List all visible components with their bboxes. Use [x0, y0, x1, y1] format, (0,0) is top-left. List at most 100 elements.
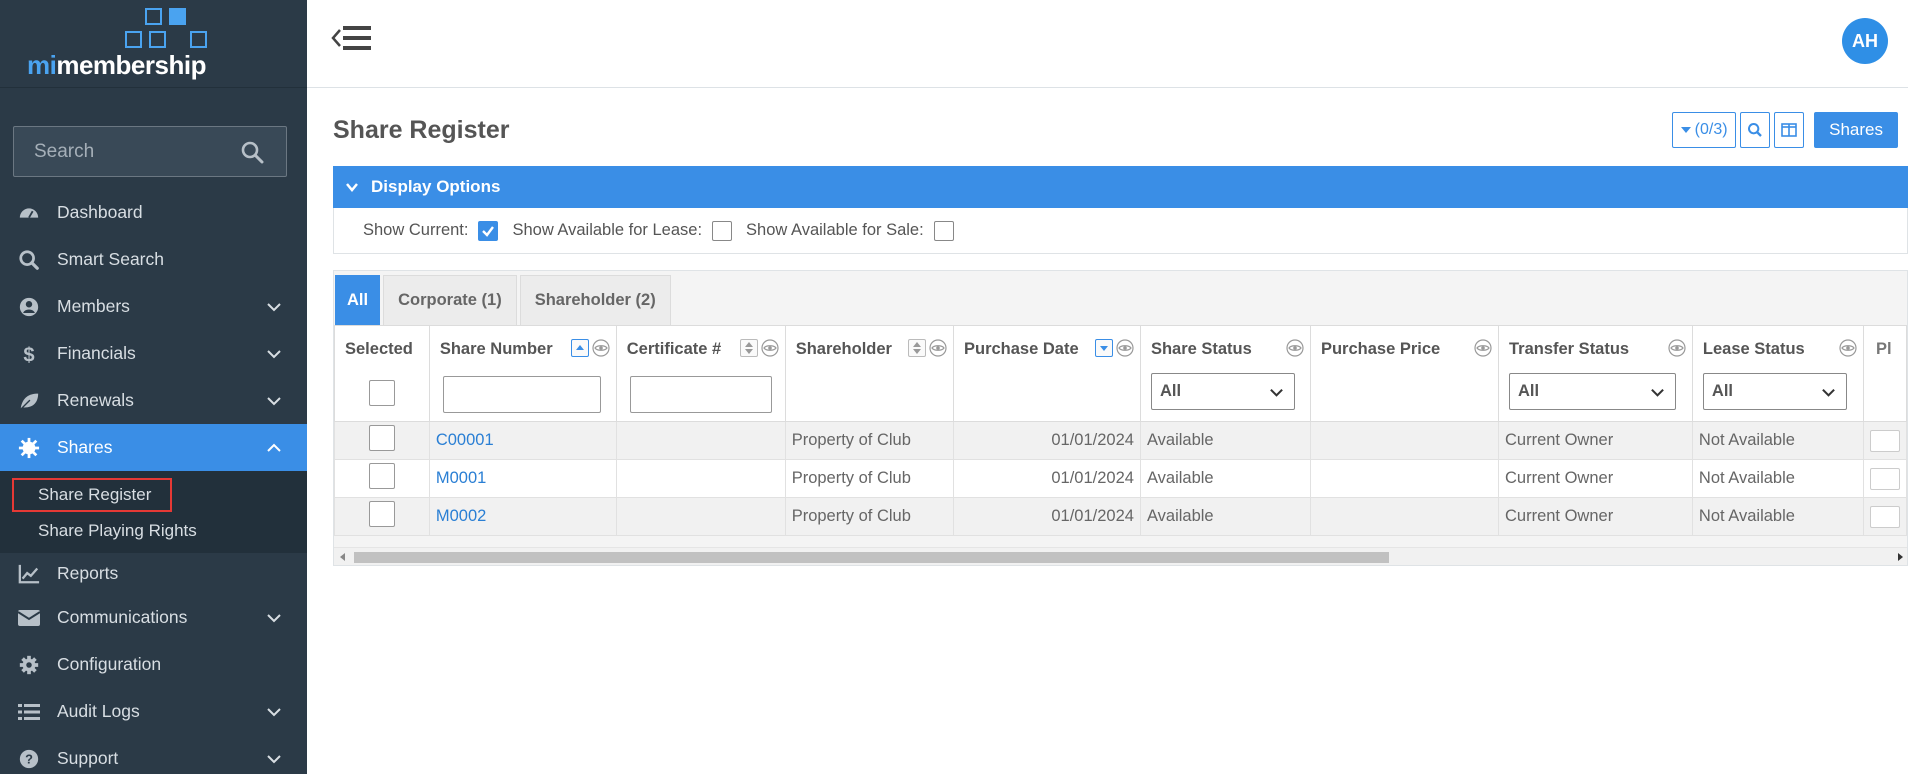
search-button[interactable]	[1740, 112, 1771, 148]
share-number-link[interactable]: M0002	[436, 507, 486, 525]
col-icons	[1094, 339, 1134, 357]
transfer-status-cell: Current Owner	[1497, 459, 1693, 498]
show-current-checkbox[interactable]	[478, 220, 499, 241]
sidebar-item-configuration[interactable]: Configuration	[0, 641, 307, 688]
sort-desc-icon[interactable]	[1094, 339, 1113, 357]
show-lease-option: Show Available for Lease:	[512, 220, 733, 241]
row-checkbox[interactable]	[368, 501, 395, 527]
columns-button[interactable]	[1774, 112, 1805, 148]
table-row[interactable]: M0001 Property of Club 01/01/2024 Availa…	[334, 459, 1907, 498]
certificate-cell	[615, 459, 786, 498]
sidebar-item-audit-logs[interactable]: Audit Logs	[0, 688, 307, 735]
sidebar-subitem-share-register[interactable]: Share Register	[0, 477, 307, 513]
show-lease-checkbox[interactable]	[712, 220, 733, 241]
sort-asc-icon[interactable]	[570, 339, 589, 357]
eye-icon[interactable]	[1668, 339, 1686, 357]
eye-icon[interactable]	[1474, 339, 1492, 357]
show-sale-checkbox[interactable]	[933, 220, 954, 241]
chevron-down-icon	[1270, 388, 1283, 397]
sidebar-subitem-share-playing-rights[interactable]: Share Playing Rights	[0, 513, 307, 549]
list-icon	[17, 700, 41, 724]
show-current-option: Show Current:	[363, 220, 499, 241]
sidebar-item-financials[interactable]: $ Financials	[0, 330, 307, 377]
app-logo[interactable]: mimembership	[0, 0, 307, 88]
purchase-price-cell	[1309, 459, 1499, 498]
logo-text: mimembership	[27, 50, 206, 80]
chevron-down-icon	[267, 396, 281, 405]
table-header-row: Selected Share Number Certificate # Shar…	[334, 325, 1907, 422]
col-title: Purchase Price	[1320, 340, 1441, 358]
sidebar-item-renewals[interactable]: Renewals	[0, 377, 307, 424]
sidebar-search-input[interactable]	[14, 127, 234, 176]
scroll-right-icon[interactable]	[1895, 552, 1905, 562]
tab-all[interactable]: All	[335, 275, 381, 325]
lease-status-cell: Not Available	[1691, 421, 1864, 460]
purchase-date-cell: 01/01/2024	[952, 497, 1141, 536]
share-status-cell: Available	[1139, 459, 1311, 498]
shareholder-cell: Property of Club	[784, 459, 954, 498]
sidebar-nav: Dashboard Smart Search Members $ Financi…	[0, 189, 307, 774]
sidebar-item-support[interactable]: ? Support	[0, 735, 307, 774]
row-checkbox[interactable]	[368, 425, 395, 451]
certificate-filter[interactable]	[629, 376, 772, 413]
tab-corporate[interactable]: Corporate (1)	[383, 275, 517, 325]
share-status-select[interactable]: All	[1150, 373, 1295, 410]
user-avatar[interactable]: AH	[1842, 18, 1888, 64]
share-number-filter[interactable]	[442, 376, 601, 413]
menu-collapse-icon[interactable]	[330, 22, 378, 54]
col-icons	[1668, 339, 1686, 357]
col-purchase-date: Purchase Date	[952, 325, 1141, 422]
sort-icon[interactable]	[739, 339, 758, 357]
sidebar-item-reports[interactable]: Reports	[0, 553, 307, 594]
eye-icon[interactable]	[1286, 339, 1304, 357]
display-options-toggle[interactable]: Display Options	[333, 166, 1908, 208]
row-input[interactable]	[1869, 429, 1900, 452]
top-bar: AH	[307, 0, 1908, 88]
horizontal-scrollbar[interactable]	[334, 547, 1907, 565]
table-row[interactable]: C00001 Property of Club 01/01/2024 Avail…	[334, 421, 1907, 460]
shareholder-cell: Property of Club	[784, 497, 954, 536]
lease-status-select[interactable]: All	[1702, 373, 1847, 410]
sidebar-item-communications[interactable]: Communications	[0, 594, 307, 641]
eye-icon[interactable]	[929, 339, 947, 357]
display-options-title: Display Options	[371, 177, 501, 196]
select-all-checkbox[interactable]	[369, 380, 395, 406]
share-icon	[17, 436, 41, 460]
sidebar-item-members[interactable]: Members	[0, 283, 307, 330]
share-number-link[interactable]: C00001	[436, 431, 494, 449]
row-input[interactable]	[1869, 505, 1900, 528]
share-number-link[interactable]: M0001	[436, 469, 486, 487]
col-transfer-status: Transfer Status All	[1497, 325, 1693, 422]
purchase-price-cell	[1309, 497, 1499, 536]
svg-text:$: $	[23, 344, 34, 365]
tab-shareholder[interactable]: Shareholder (2)	[519, 275, 671, 325]
logo-mark	[125, 8, 213, 50]
svg-text:?: ?	[25, 751, 33, 766]
eye-icon[interactable]	[1839, 339, 1857, 357]
sort-icon[interactable]	[907, 339, 926, 357]
eye-icon[interactable]	[1116, 339, 1134, 357]
table-row[interactable]: M0002 Property of Club 01/01/2024 Availa…	[334, 497, 1907, 536]
eye-icon[interactable]	[592, 339, 610, 357]
transfer-status-select[interactable]: All	[1508, 373, 1676, 410]
row-checkbox[interactable]	[368, 463, 395, 489]
sidebar-item-dashboard[interactable]: Dashboard	[0, 189, 307, 236]
sidebar-item-smart-search[interactable]: Smart Search	[0, 236, 307, 283]
show-sale-option: Show Available for Sale:	[746, 220, 954, 241]
row-input[interactable]	[1869, 467, 1900, 490]
col-selected: Selected	[334, 325, 430, 422]
chevron-down-icon	[267, 613, 281, 622]
filter-dropdown-button[interactable]: (0/3)	[1672, 112, 1737, 148]
page-title: Share Register	[333, 116, 510, 144]
shares-button[interactable]: Shares	[1814, 112, 1898, 148]
scroll-left-icon[interactable]	[338, 552, 348, 562]
search-icon[interactable]	[240, 140, 264, 164]
sidebar-item-shares[interactable]: Shares	[0, 424, 307, 471]
share-table: Selected Share Number Certificate # Shar…	[334, 325, 1907, 536]
display-options-body: Show Current: Show Available for Lease: …	[333, 208, 1908, 254]
check-icon	[482, 225, 495, 237]
lease-status-cell: Not Available	[1691, 497, 1864, 536]
scrollbar-thumb[interactable]	[354, 552, 1389, 563]
eye-icon[interactable]	[761, 339, 779, 357]
show-sale-label: Show Available for Sale:	[746, 221, 924, 239]
